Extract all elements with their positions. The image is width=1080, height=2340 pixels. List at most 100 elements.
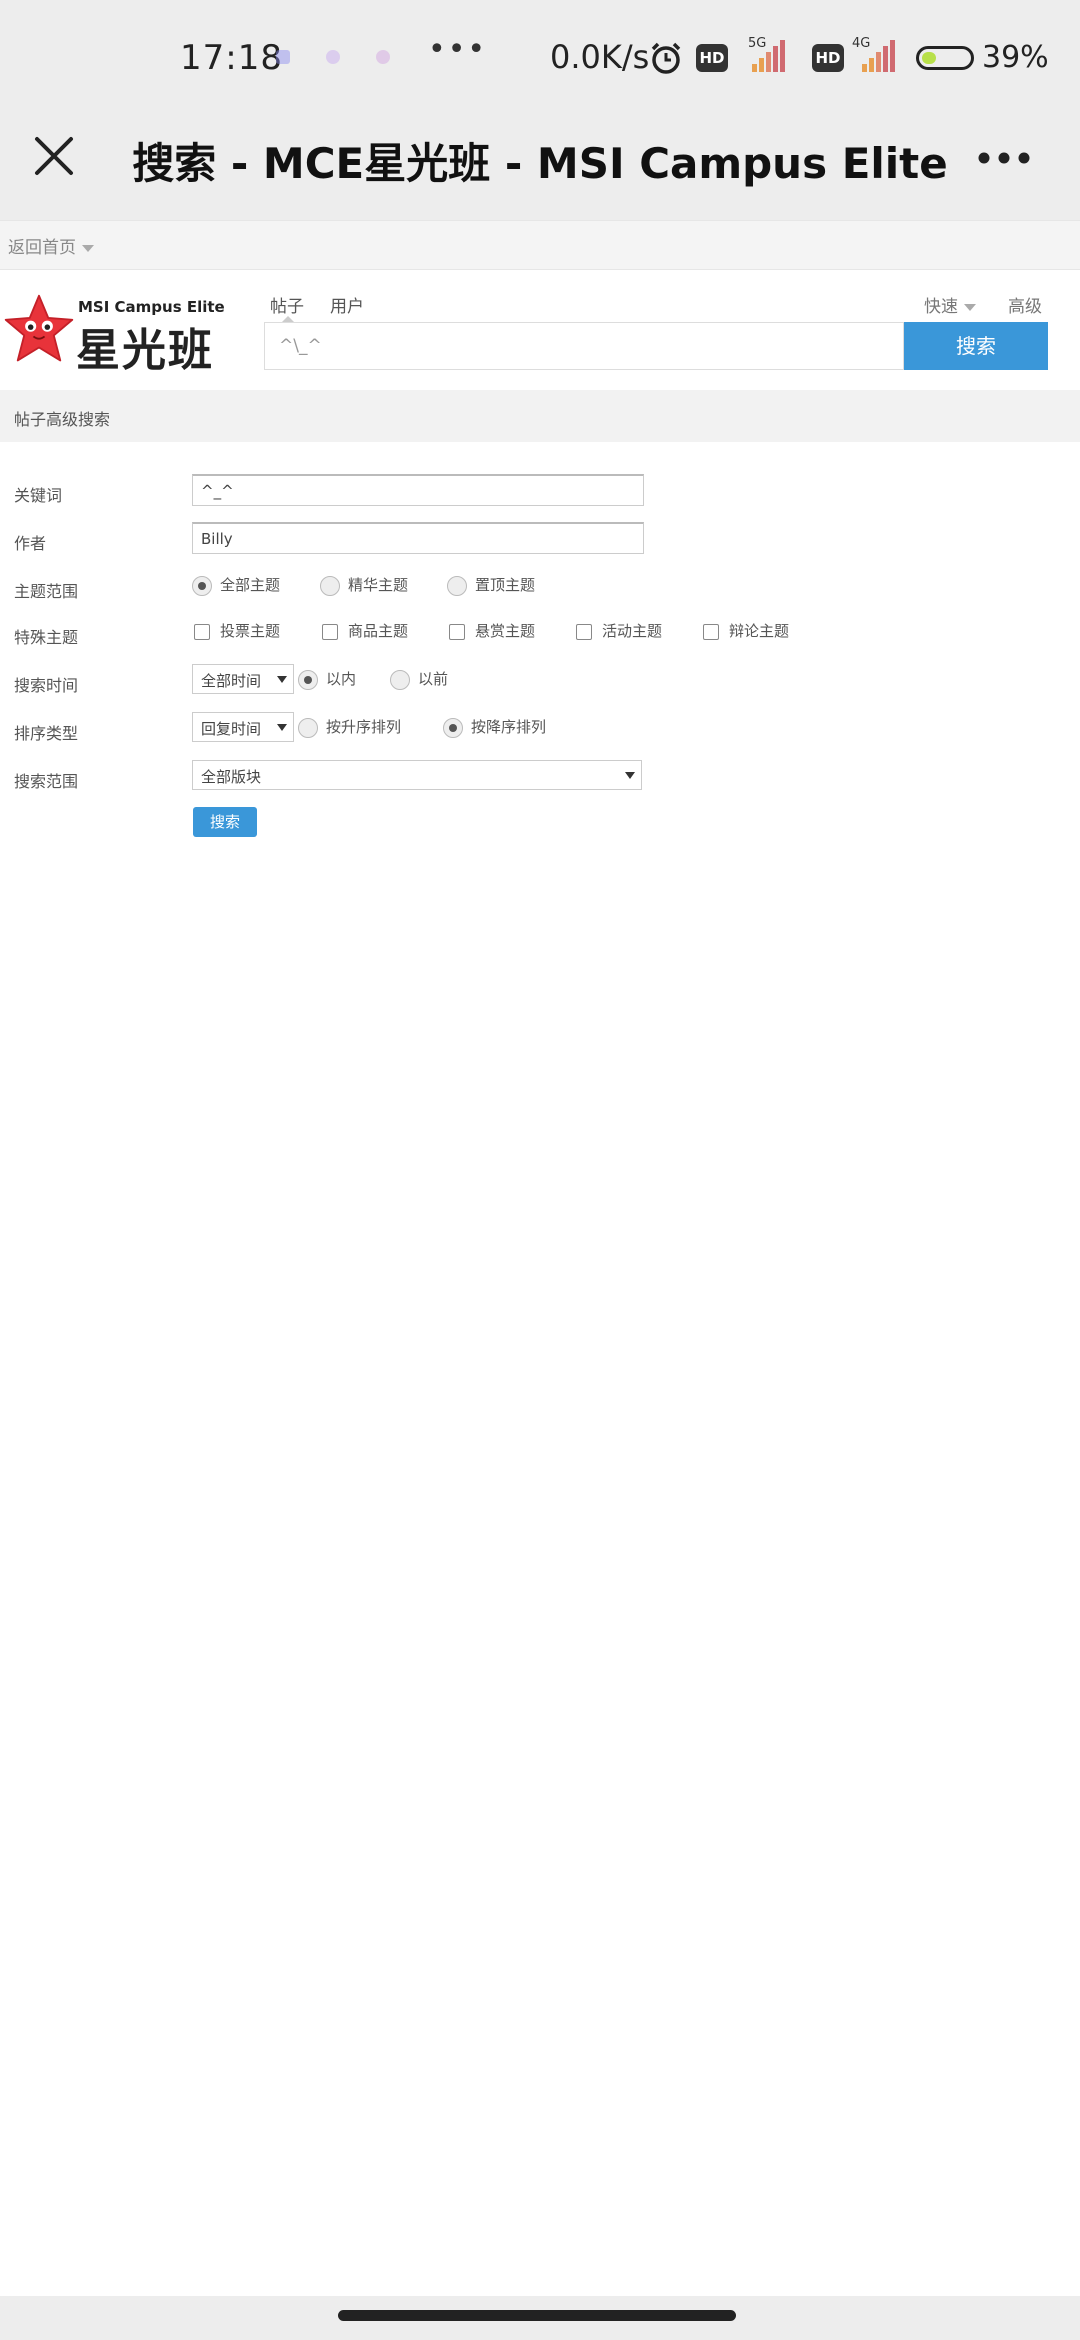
page-title: 搜索 - MCE星光班 - MSI Campus Elite [132,139,948,188]
alarm-icon [651,42,681,74]
option-label: 投票主题 [220,622,281,640]
sort-type-label: 排序类型 [14,724,79,743]
chevron-down-icon [82,244,94,252]
radio[interactable] [447,575,467,596]
more-notifications-icon: ••• [428,32,488,67]
sort-type-select[interactable]: 回复时间 [192,712,294,742]
submit-search-button[interactable]: 搜索 [193,807,257,837]
author-input[interactable] [192,522,644,554]
search-time-option-before[interactable]: 以前 [390,668,448,690]
section-title: 帖子高级搜索 [14,410,111,429]
select-value: 全部时间 [201,672,262,690]
tab-posts[interactable]: 帖子 [270,292,304,317]
network-speed: 0.0K/s [550,38,650,76]
search-range-row: 搜索范围 全部版块 [0,752,1080,800]
hd-icon: HD [812,44,844,72]
topic-range-option-sticky[interactable]: 置顶主题 [447,574,535,596]
home-indicator[interactable] [338,2310,736,2321]
checkbox[interactable] [449,623,465,640]
search-box [264,322,904,370]
option-label: 以前 [418,670,449,688]
special-topic-debate[interactable]: 辩论主题 [703,620,789,641]
hd-icon: HD [696,44,728,72]
keyword-row: 关键词 [0,466,1080,514]
option-label: 按升序排列 [326,718,402,736]
option-label: 活动主题 [602,622,663,640]
option-label: 商品主题 [348,622,409,640]
search-input[interactable] [265,323,903,369]
battery-icon [916,46,974,70]
checkbox[interactable] [703,623,719,640]
option-label: 按降序排列 [471,718,547,736]
keyword-input[interactable] [192,474,644,506]
dropdown-caret-icon [277,724,287,731]
search-time-option-within[interactable]: 以内 [298,668,356,690]
search-time-row: 搜索时间 全部时间 以内 以前 [0,656,1080,704]
radio-selected[interactable] [443,717,463,738]
battery-percent: 39% [982,40,1049,75]
special-topic-reward[interactable]: 悬赏主题 [449,620,535,641]
radio[interactable] [320,575,340,596]
radio[interactable] [390,669,410,690]
option-label: 悬赏主题 [475,622,536,640]
select-value: 全部版块 [201,768,262,786]
back-home-link[interactable]: 返回首页 [8,233,94,258]
topic-range-row: 主题范围 全部主题 精华主题 置顶主题 [0,562,1080,610]
quick-search-label: 快速 [924,297,958,317]
back-home-bar: 返回首页 [0,220,1080,270]
checkbox[interactable] [322,623,338,640]
radio[interactable] [298,717,318,738]
dropdown-caret-icon [625,772,635,779]
special-topics-row: 特殊主题 投票主题 商品主题 悬赏主题 活动主题 辩论主题 [0,608,1080,656]
site-logo[interactable]: MSI Campus Elite 星光班 [0,290,236,376]
sort-option-ascending[interactable]: 按升序排列 [298,716,401,738]
special-topic-activity[interactable]: 活动主题 [576,620,662,641]
option-label: 以内 [326,670,357,688]
option-label: 辩论主题 [729,622,790,640]
select-value: 回复时间 [201,720,262,738]
tab-users[interactable]: 用户 [330,292,364,317]
status-bar: 17:18 ••• 0.0K/s HD 5G HD 4G 39% [0,0,1080,110]
dropdown-caret-icon [277,676,287,683]
search-range-label: 搜索范围 [14,772,79,791]
special-topics-label: 特殊主题 [14,628,79,647]
checkbox[interactable] [194,623,210,640]
option-label: 全部主题 [220,576,281,594]
sort-option-descending[interactable]: 按降序排列 [443,716,546,738]
author-row: 作者 [0,514,1080,562]
notification-icon [326,50,340,64]
site-header: MSI Campus Elite 星光班 帖子 用户 快速 高级 搜索 [0,270,1080,390]
advanced-search-link[interactable]: 高级 [1008,292,1042,317]
radio-selected[interactable] [298,669,318,690]
chevron-down-icon [964,303,976,311]
option-label: 精华主题 [348,576,409,594]
keyword-label: 关键词 [14,486,63,505]
search-time-select[interactable]: 全部时间 [192,664,294,694]
checkbox[interactable] [576,623,592,640]
signal-icon [752,40,785,72]
advanced-search-header: 帖子高级搜索 [0,390,1080,442]
search-button[interactable]: 搜索 [904,322,1048,370]
gesture-bar [0,2296,1080,2340]
topic-range-label: 主题范围 [14,582,79,601]
star-mascot-icon [4,294,74,362]
quick-search-toggle[interactable]: 快速 [924,292,976,317]
option-label: 置顶主题 [475,576,536,594]
back-home-label: 返回首页 [8,238,76,258]
signal-icon [862,40,895,72]
topic-range-option-all[interactable]: 全部主题 [192,574,280,596]
more-options-icon[interactable] [978,150,1030,166]
special-topic-poll[interactable]: 投票主题 [194,620,280,641]
search-time-label: 搜索时间 [14,676,79,695]
author-label: 作者 [14,534,47,553]
notification-icon [276,50,290,64]
close-icon[interactable] [34,136,74,176]
topic-range-option-digest[interactable]: 精华主题 [320,574,408,596]
title-bar: 搜索 - MCE星光班 - MSI Campus Elite [0,110,1080,220]
search-range-select[interactable]: 全部版块 [192,760,642,790]
sort-type-row: 排序类型 回复时间 按升序排列 按降序排列 [0,704,1080,752]
logo-text-cn: 星光班 [76,325,214,376]
radio-selected[interactable] [192,575,212,596]
status-time: 17:18 [180,38,283,78]
special-topic-goods[interactable]: 商品主题 [322,620,408,641]
